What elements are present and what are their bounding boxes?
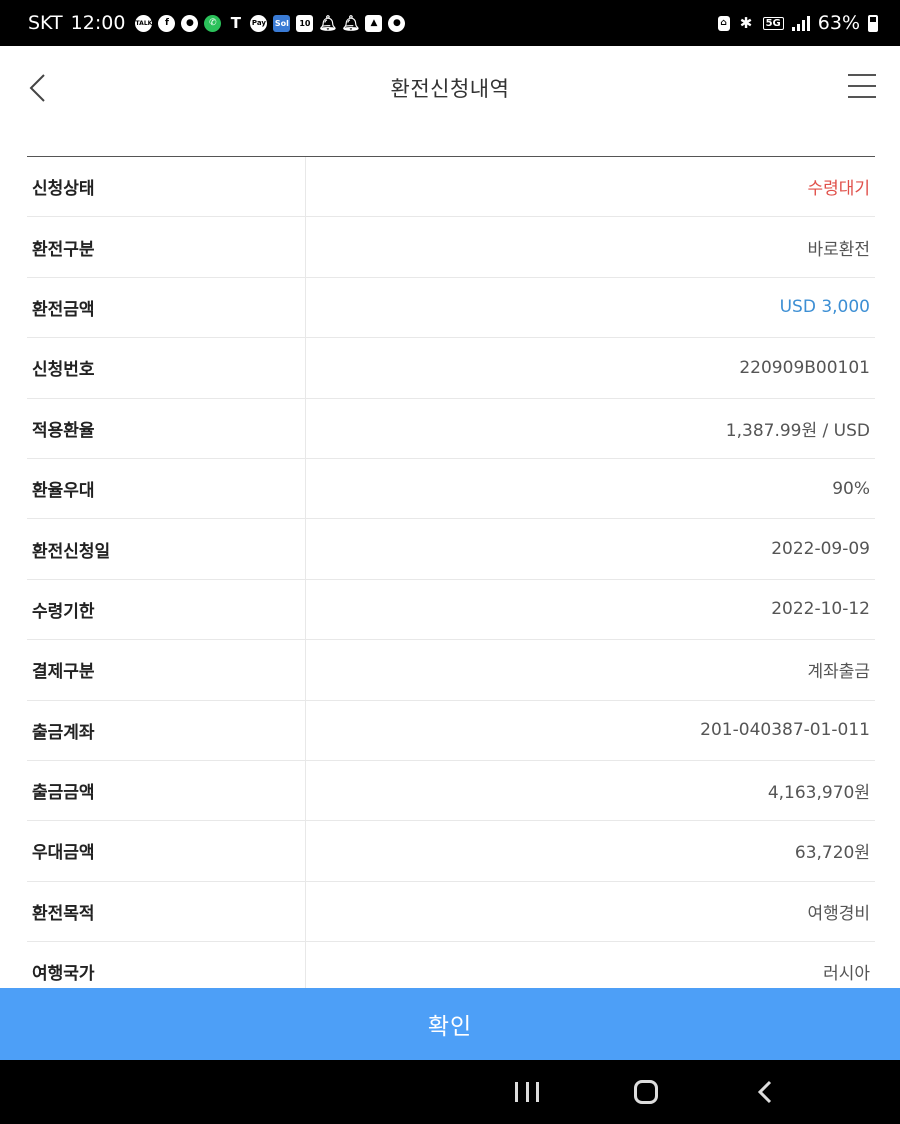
menu-button[interactable]: [848, 74, 876, 98]
nav-back-icon[interactable]: [754, 1080, 778, 1104]
row-label: 수령기한: [27, 579, 306, 640]
table-row: 환전목적 여행경비: [27, 881, 875, 943]
row-value: 4,163,970원: [767, 783, 870, 804]
talk-icon: TALK: [135, 14, 153, 32]
bluetooth-icon: ✱: [739, 14, 753, 32]
row-value: 수령대기: [807, 179, 870, 200]
table-row: 환율우대 90%: [27, 458, 875, 520]
row-value: 2022-09-09: [771, 539, 870, 560]
gallery-icon: ▲: [365, 14, 383, 32]
row-value: 201-040387-01-011: [700, 720, 870, 741]
row-value: USD 3,000: [779, 297, 870, 318]
table-row: 환전금액 USD 3,000: [27, 277, 875, 339]
row-label: 신청번호: [27, 338, 306, 398]
table-row: 출금계좌 201-040387-01-011: [27, 700, 875, 761]
page-header: 환전신청내역: [0, 46, 900, 130]
row-value: 바로환전: [807, 239, 870, 260]
system-icons: ⌂ ✱ 5G 63%: [717, 12, 878, 34]
row-label: 결제구분: [27, 640, 306, 700]
t-icon: T: [230, 14, 242, 32]
row-label: 적용환율: [27, 398, 306, 458]
table-row: 결제구분 계좌출금: [27, 640, 875, 701]
calendar-icon: 10: [296, 14, 314, 32]
network-label: 5G: [762, 16, 784, 30]
battery-icon: [868, 14, 878, 32]
notification-icons: TALK f ● ✆ T Pay Sol 10 🔔︎ 🔔︎ ▲ ●: [135, 14, 406, 32]
detail-table: 신청상태 수령대기환전구분 바로환전환전금액 USD 3,000 신청번호 220909B…: [27, 156, 875, 1003]
recent-apps-icon[interactable]: [515, 1082, 539, 1102]
bell-icon: 🔔︎: [318, 14, 338, 32]
clock: 12:00: [70, 12, 126, 34]
row-value: 63,720원: [794, 843, 870, 864]
row-label: 환전구분: [27, 217, 306, 277]
row-label: 신청상태: [27, 157, 306, 217]
row-label: 우대금액: [27, 821, 306, 881]
page-title: 환전신청내역: [390, 77, 510, 101]
row-label: 출금계좌: [27, 700, 306, 760]
chat-bubble-icon: ●: [181, 14, 199, 32]
row-label: 출금금액: [27, 760, 306, 821]
pay-icon: Pay: [250, 14, 268, 32]
row-value: 계좌출금: [807, 662, 870, 683]
table-row: 환전구분 바로환전: [27, 217, 875, 278]
row-value: 여행경비: [807, 903, 870, 924]
row-label: 환전신청일: [27, 519, 306, 579]
lock-icon: ⌂: [717, 15, 730, 31]
row-label: 환전목적: [27, 881, 306, 942]
home-icon[interactable]: [634, 1080, 658, 1104]
table-row: 출금금액 4,163,970원: [27, 760, 875, 822]
table-row: 환전신청일 2022-09-09: [27, 519, 875, 580]
navigation-bar: [0, 1060, 900, 1124]
phone-icon: ✆: [204, 14, 222, 32]
table-row: 신청상태 수령대기: [27, 157, 875, 218]
hamburger-icon: [848, 74, 876, 76]
back-button[interactable]: [22, 70, 52, 106]
row-value: 2022-10-12: [771, 599, 870, 620]
table-row: 우대금액 63,720원: [27, 821, 875, 882]
battery-percent: 63%: [817, 12, 860, 34]
facebook-icon: f: [158, 14, 176, 32]
chevron-left-icon: [29, 74, 45, 102]
row-value: 90%: [832, 478, 870, 499]
row-value: 1,387.99원 / USD: [725, 420, 870, 441]
signal-icon: [791, 15, 810, 31]
row-label: 환율우대: [27, 458, 306, 519]
carrier-label: SKT: [28, 12, 63, 34]
status-bar: SKT 12:00 TALK f ● ✆ T Pay Sol 10 🔔︎ 🔔︎ …: [0, 0, 900, 46]
bell-icon: 🔔︎: [341, 14, 361, 32]
row-value: 220909B00101: [739, 357, 870, 378]
sol-icon: Sol: [273, 14, 291, 32]
confirm-button[interactable]: 확인: [0, 988, 900, 1060]
table-row: 신청번호 220909B00101: [27, 338, 875, 399]
row-label: 환전금액: [27, 277, 306, 338]
table-row: 수령기한 2022-10-12: [27, 579, 875, 641]
table-row: 적용환율 1,387.99원 / USD: [27, 398, 875, 459]
chat-bubble-icon: ●: [388, 14, 406, 32]
